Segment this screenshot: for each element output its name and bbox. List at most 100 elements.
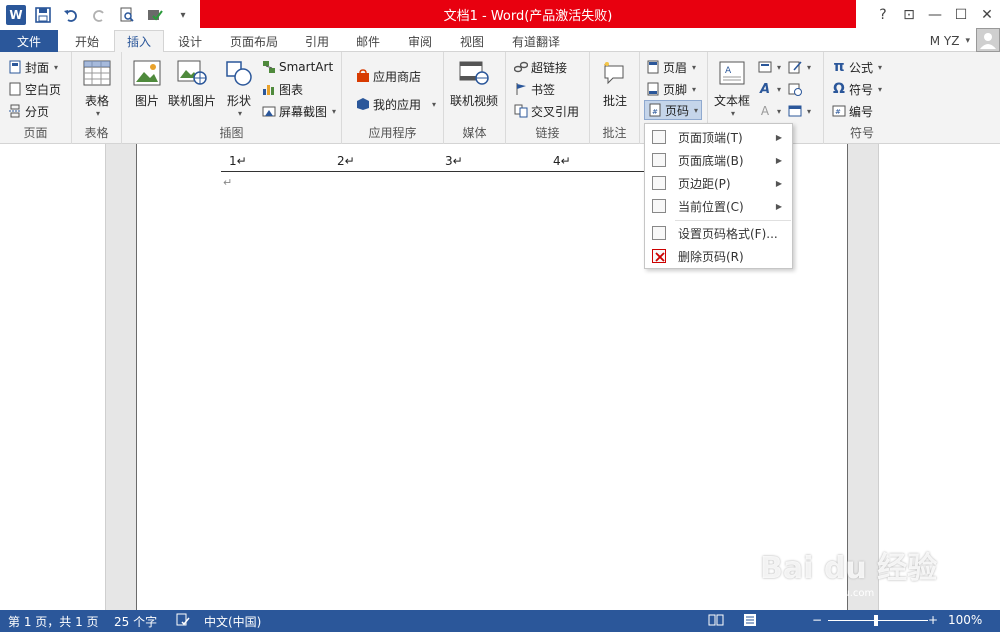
tab-youdao[interactable]: 有道翻译 [500, 30, 572, 52]
wordart-button[interactable]: A ▾ [758, 79, 781, 99]
group-label-page: 页面 [23, 126, 48, 140]
hyperlink-button[interactable]: 超链接 [514, 57, 567, 77]
screenshot-button[interactable]: 屏幕截图 ▾ [262, 101, 336, 121]
maximize-button[interactable]: ☐ [948, 0, 974, 30]
menu-item-format-page-numbers[interactable]: 设置页码格式(F)... [645, 222, 792, 244]
ribbon-display-button[interactable]: ⊡ [896, 0, 922, 30]
online-picture-button[interactable]: 联机图片 [168, 58, 216, 109]
group-label-illustrations: 插图 [219, 126, 244, 140]
page-bottom-icon [652, 153, 666, 167]
menu-item-current-position[interactable]: 当前位置(C) ▶ [645, 195, 792, 217]
menu-item-page-margins[interactable]: 页边距(P) ▶ [645, 172, 792, 194]
cross-reference-button[interactable]: 交叉引用 [514, 101, 579, 121]
right-margin-pane [878, 144, 1000, 610]
table-cell-4[interactable]: 4↵ [553, 154, 571, 168]
status-bar: 第 1 页，共 1 页 25 个字 中文(中国) − + 100% [0, 610, 1000, 632]
user-account[interactable]: M YZ ▾ [929, 28, 1000, 52]
cross-reference-icon [514, 104, 528, 118]
quick-parts-button[interactable]: ▾ [758, 57, 781, 77]
tab-references[interactable]: 引用 [294, 30, 340, 52]
chart-button[interactable]: 图表 [262, 79, 303, 99]
online-video-button[interactable]: 联机视频 [450, 58, 498, 109]
shapes-icon [224, 58, 254, 88]
zoom-in-button[interactable]: + [928, 613, 938, 627]
comment-button[interactable]: 批注 [600, 58, 630, 109]
document-area: 1↵ 2↵ 3↵ 4↵ ↵ [0, 144, 1000, 610]
zoom-out-button[interactable]: − [812, 613, 822, 627]
textbox-icon: A [717, 58, 747, 88]
page-margin-icon [652, 176, 666, 190]
save-icon[interactable] [32, 4, 54, 26]
redo-icon[interactable] [88, 4, 110, 26]
group-label-media: 媒体 [462, 126, 487, 140]
page-number-button[interactable]: # 页码 ▾ [644, 100, 703, 120]
customize-qat-icon[interactable]: ▾ [172, 4, 194, 26]
group-table: 表格 ▾ 表格 [72, 52, 122, 144]
store-button[interactable]: 应用商店 [356, 66, 421, 86]
format-page-number-icon [652, 226, 666, 240]
tab-home[interactable]: 开始 [62, 30, 112, 52]
tab-view[interactable]: 视图 [448, 30, 496, 52]
shapes-button[interactable]: 形状 ▾ [224, 58, 254, 118]
check-icon[interactable] [144, 4, 166, 26]
tab-file[interactable]: 文件 [0, 30, 58, 52]
group-label-apps: 应用程序 [368, 126, 417, 140]
blank-page-button[interactable]: 空白页 [8, 79, 61, 99]
tab-design[interactable]: 设计 [166, 30, 214, 52]
avatar[interactable] [976, 28, 1000, 52]
zoom-slider[interactable] [828, 620, 928, 621]
symbol-button[interactable]: Ω 符号 ▾ [832, 79, 882, 99]
close-button[interactable]: ✕ [974, 0, 1000, 30]
dropcap-button[interactable]: A ▾ [758, 101, 781, 121]
menu-item-top-of-page[interactable]: 页面顶端(T) ▶ [645, 126, 792, 148]
word-count[interactable]: 25 个字 [114, 613, 157, 630]
help-button[interactable]: ? [870, 0, 896, 30]
svg-text:A: A [725, 66, 732, 76]
zoom-level[interactable]: 100% [948, 613, 982, 627]
user-name: M YZ [929, 34, 960, 48]
minimize-button[interactable]: — [922, 0, 948, 30]
menu-separator [675, 220, 791, 221]
zoom-slider-thumb[interactable] [874, 615, 878, 626]
page-break-button[interactable]: 分页 [8, 101, 49, 121]
table-cell-3[interactable]: 3↵ [445, 154, 463, 168]
datetime-button[interactable] [788, 79, 802, 99]
object-icon [788, 104, 802, 118]
equation-button[interactable]: π 公式 ▾ [832, 57, 882, 77]
picture-button[interactable]: 图片 [132, 58, 162, 109]
tab-insert[interactable]: 插入 [114, 30, 164, 53]
cover-page-button[interactable]: 封面 ▾ [8, 57, 58, 77]
cover-page-icon [8, 60, 22, 74]
group-illustrations: 图片 联机图片 形状 ▾ SmartArt 图表 屏幕截图 ▾ 插图 [122, 52, 342, 144]
tab-mailings[interactable]: 邮件 [344, 30, 392, 52]
tab-review[interactable]: 审阅 [396, 30, 444, 52]
menu-item-remove-page-numbers[interactable]: 删除页码(R) [645, 245, 792, 267]
tab-page-layout[interactable]: 页面布局 [218, 30, 290, 52]
undo-icon[interactable] [60, 4, 82, 26]
print-preview-icon[interactable] [116, 4, 138, 26]
numbering-button[interactable]: # 编号 [832, 101, 873, 121]
baidu-watermark: Bai du 经验 [760, 551, 938, 586]
smartart-button[interactable]: SmartArt [262, 57, 333, 77]
text-cursor: ↵ [223, 176, 233, 189]
table-button[interactable]: 表格 ▾ [82, 58, 112, 118]
footer-button[interactable]: 页脚 ▾ [646, 79, 696, 99]
textbox-button[interactable]: A 文本框 ▾ [714, 58, 750, 118]
read-mode-icon[interactable] [708, 613, 724, 630]
menu-item-bottom-of-page[interactable]: 页面底端(B) ▶ [645, 149, 792, 171]
table-cell-2[interactable]: 2↵ [337, 154, 355, 168]
print-layout-icon[interactable] [742, 613, 758, 630]
page-count[interactable]: 第 1 页，共 1 页 [8, 613, 99, 630]
language[interactable]: 中文(中国) [204, 613, 261, 630]
group-label-symbols: 符号 [849, 126, 874, 140]
my-apps-button[interactable]: 我的应用 ▾ [356, 94, 436, 114]
numbering-icon: # [832, 104, 846, 118]
bookmark-button[interactable]: 书签 [514, 79, 555, 99]
signature-line-button[interactable]: ▾ [788, 57, 811, 77]
table-cell-1[interactable]: 1↵ [229, 154, 247, 168]
table-icon [82, 58, 112, 88]
object-button[interactable]: ▾ [788, 101, 811, 121]
header-button[interactable]: 页眉 ▾ [646, 57, 696, 77]
word-app-icon[interactable]: W [6, 5, 26, 25]
proofing-icon[interactable] [176, 613, 190, 630]
